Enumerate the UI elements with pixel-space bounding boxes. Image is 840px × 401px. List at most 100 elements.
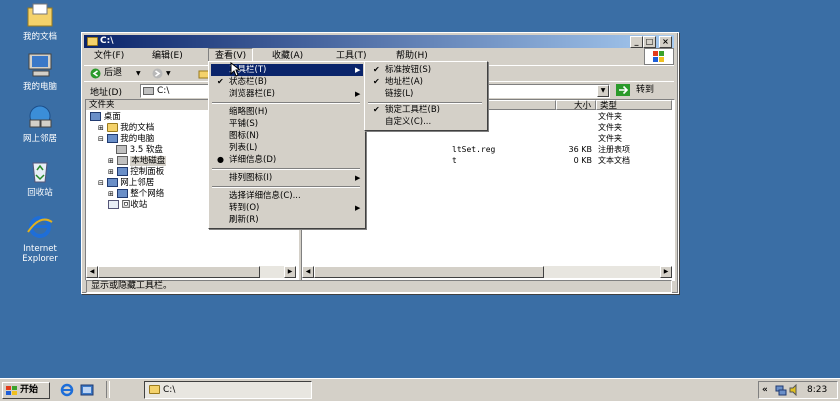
start-button[interactable]: 开始 — [2, 382, 50, 399]
tree-item-network-places[interactable]: ⊟ 网上邻居 — [98, 178, 154, 188]
scroll-thumb[interactable] — [98, 266, 260, 278]
submenu-item-lock-toolbars[interactable]: ✔ 锁定工具栏(B) — [367, 104, 485, 116]
go-button[interactable]: 转到 — [614, 83, 668, 97]
submenu-item-links[interactable]: 链接(L) — [367, 88, 485, 100]
view-menu-item-explorer-bar[interactable]: 浏览器栏(E) ▶ — [211, 88, 363, 100]
collapse-minus-icon[interactable]: ⊟ — [98, 179, 104, 187]
view-menu-item-list[interactable]: 列表(L) — [211, 142, 363, 154]
scroll-left-button[interactable]: ◀ — [86, 266, 98, 278]
desktop-icon-label: 网上邻居 — [22, 134, 57, 144]
desktop-icon-internet-explorer[interactable]: Internet Explorer — [6, 214, 74, 264]
view-menu-item-icons[interactable]: 图标(N) — [211, 130, 363, 142]
tree-item-control-panel[interactable]: ⊞ 控制面板 — [108, 167, 164, 177]
expand-plus-icon[interactable]: ⊞ — [108, 190, 114, 198]
view-menu-item-arrange-icons[interactable]: 排列图标(I) ▶ — [211, 172, 363, 184]
submenu-arrow-icon: ▶ — [355, 66, 361, 74]
collapse-minus-icon[interactable]: ⊟ — [98, 135, 104, 143]
desktop-icon-my-computer[interactable]: 我的电脑 — [6, 52, 74, 92]
radio-dot-icon: ● — [217, 155, 224, 164]
volume-tray-icon[interactable] — [789, 384, 801, 396]
tree-label: 我的文档 — [120, 123, 155, 133]
menu-item-label: 状态栏(B) — [229, 77, 267, 87]
maximize-button[interactable]: □ — [643, 36, 656, 48]
expand-plus-icon[interactable]: ⊞ — [108, 168, 114, 176]
column-header-type[interactable]: 类型 — [596, 100, 672, 111]
desktop-icon — [90, 112, 101, 121]
tree-item-my-computer[interactable]: ⊟ 我的电脑 — [98, 134, 154, 144]
desktop-icon-network-places[interactable]: 网上邻居 — [6, 104, 74, 144]
tree-item-local-disk[interactable]: ⊞ 本地磁盘 — [108, 156, 167, 166]
table-row[interactable]: 文件夹 — [598, 134, 622, 144]
view-menu-item-details[interactable]: ● 详细信息(D) — [211, 154, 363, 166]
tree-item-recycle-bin[interactable]: 回收站 — [108, 200, 147, 210]
address-dropdown-button[interactable]: ▼ — [597, 85, 609, 97]
view-menu-item-tiles[interactable]: 平铺(S) — [211, 118, 363, 130]
horizontal-scrollbar[interactable]: ◀ ▶ — [302, 266, 672, 278]
submenu-arrow-icon: ▶ — [355, 90, 361, 98]
column-header-size[interactable]: 大小 — [556, 100, 596, 111]
scroll-left-button[interactable]: ◀ — [302, 266, 314, 278]
submenu-item-standard-buttons[interactable]: ✔ 标准按钮(S) — [367, 64, 485, 76]
menu-item-label: 链接(L) — [385, 89, 414, 99]
go-label: 转到 — [636, 85, 655, 95]
table-row[interactable]: 文件夹 — [598, 112, 622, 122]
folder-icon — [87, 37, 98, 46]
horizontal-scrollbar[interactable]: ◀ ▶ — [86, 266, 296, 278]
expand-plus-icon[interactable]: ⊞ — [98, 124, 104, 132]
view-menu-item-refresh[interactable]: 刷新(R) — [211, 214, 363, 226]
network-tray-icon[interactable] — [775, 384, 787, 396]
windows-logo-icon — [644, 48, 674, 65]
forward-button[interactable]: ▼ — [150, 67, 178, 80]
cell-size: 36 KB — [568, 145, 592, 154]
desktop-icon-my-documents[interactable]: 我的文档 — [6, 2, 74, 42]
scroll-thumb[interactable] — [314, 266, 544, 278]
desktop-icon-recycle-bin[interactable]: 回收站 — [6, 158, 74, 198]
drive-icon — [143, 87, 154, 95]
menu-file[interactable]: 文件(F) — [88, 49, 130, 63]
view-menu-item-go-to[interactable]: 转到(O) ▶ — [211, 202, 363, 214]
table-row[interactable]: 文件夹 — [598, 123, 622, 133]
view-menu-item-thumbnails[interactable]: 缩略图(H) — [211, 106, 363, 118]
tree-item-desktop[interactable]: 桌面 — [90, 112, 121, 122]
control-panel-icon — [116, 167, 128, 176]
minimize-button[interactable]: _ — [630, 36, 643, 48]
desktop-icon-label: Explorer — [22, 254, 58, 264]
table-row[interactable]: ltSet.reg 36 KB 注册表项 — [452, 145, 672, 155]
tree-item-floppy[interactable]: 3.5 软盘 — [116, 145, 163, 155]
address-value: C:\ — [157, 86, 170, 96]
table-row[interactable]: t 0 KB 文本文档 — [452, 156, 672, 166]
expand-plus-icon[interactable]: ⊞ — [108, 157, 114, 165]
computer-icon — [106, 134, 118, 143]
chevron-down-icon[interactable]: ▼ — [166, 67, 171, 80]
menu-edit[interactable]: 编辑(E) — [146, 49, 189, 63]
task-label: C:\ — [163, 385, 176, 395]
back-button[interactable]: 后退 ▼ — [88, 67, 144, 80]
submenu-arrow-icon: ▶ — [355, 204, 361, 212]
scroll-right-button[interactable]: ▶ — [284, 266, 296, 278]
scroll-right-button[interactable]: ▶ — [660, 266, 672, 278]
tree-item-my-documents[interactable]: ⊞ 我的文档 — [98, 123, 154, 133]
submenu-item-customize[interactable]: 自定义(C)... — [367, 116, 485, 128]
tree-label: 3.5 软盘 — [129, 145, 163, 155]
view-menu-item-status-bar[interactable]: ✔ 状态栏(B) — [211, 76, 363, 88]
my-documents-icon — [25, 2, 55, 30]
status-text: 显示或隐藏工具栏。 — [86, 280, 672, 293]
internet-explorer-icon — [25, 214, 55, 242]
desktop-icon-label: 我的文档 — [22, 32, 57, 42]
submenu-item-address-bar[interactable]: ✔ 地址栏(A) — [367, 76, 485, 88]
chevron-down-icon[interactable]: ▼ — [136, 67, 141, 80]
taskbar-task-button[interactable]: C:\ — [144, 381, 312, 399]
menu-item-label: 转到(O) — [229, 203, 260, 213]
menu-item-label: 锁定工具栏(B) — [385, 105, 440, 115]
internet-explorer-icon[interactable] — [60, 383, 74, 397]
menu-item-label: 标准按钮(S) — [385, 65, 432, 75]
desktop-icon-label: 我的电脑 — [22, 82, 57, 92]
clock: 8:23 — [807, 385, 828, 395]
view-menu-item-choose-details[interactable]: 选择详细信息(C)... — [211, 190, 363, 202]
checkmark-icon: ✔ — [373, 77, 380, 86]
close-button[interactable]: × — [659, 36, 672, 48]
tray-chevron-button[interactable]: « — [762, 382, 768, 398]
title-bar[interactable]: C:\ _ □ × — [84, 35, 674, 48]
explorer-icon[interactable] — [80, 383, 94, 397]
tree-item-entire-network[interactable]: ⊞ 整个网络 — [108, 189, 164, 199]
